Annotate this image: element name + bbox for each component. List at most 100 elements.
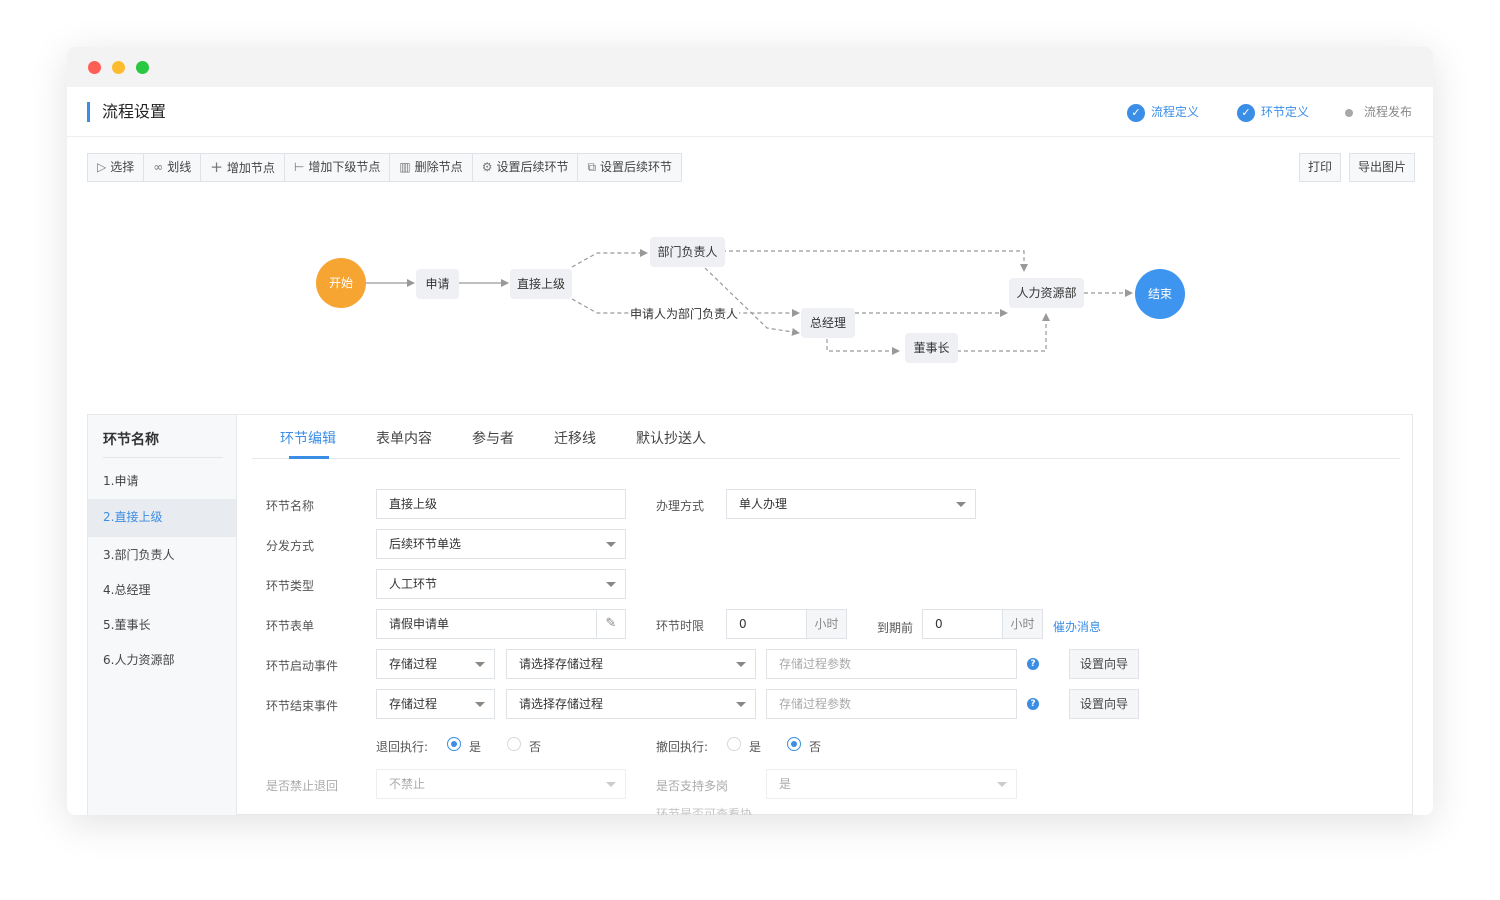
dispatch-select[interactable]: 后续环节单选 bbox=[376, 529, 626, 559]
minimize-window-button[interactable] bbox=[112, 61, 125, 74]
step-process-definition[interactable]: ✓ 流程定义 bbox=[1127, 103, 1199, 122]
time-limit-input[interactable]: 0 小时 bbox=[726, 609, 847, 639]
tab-default-cc[interactable]: 默认抄送人 bbox=[636, 428, 706, 448]
radio-label: 否 bbox=[529, 740, 542, 754]
edge-chairman-hr bbox=[957, 313, 1050, 352]
start-event-proc-select[interactable]: 请选择存储过程 bbox=[506, 649, 756, 679]
sidebar-item-apply[interactable]: 1.申请 bbox=[88, 463, 236, 501]
sidebar-item-dept-head[interactable]: 3.部门负责人 bbox=[88, 537, 236, 575]
add-node-button[interactable]: + 增加节点 bbox=[201, 154, 285, 181]
withdraw-exec-yes-radio[interactable] bbox=[727, 737, 741, 751]
page-header: 流程设置 ✓ 流程定义 ✓ 环节定义 流程发布 bbox=[67, 87, 1433, 137]
tool-label: 增加下级节点 bbox=[308, 160, 381, 174]
before-due-label: 到期前 bbox=[877, 621, 914, 635]
select-value: 是 bbox=[779, 777, 792, 791]
sidebar-item-supervisor[interactable]: 2.直接上级 bbox=[88, 499, 236, 537]
step-node-definition[interactable]: ✓ 环节定义 bbox=[1237, 103, 1309, 122]
gear-icon: ⚙ bbox=[481, 160, 493, 174]
tab-transitions[interactable]: 迁移线 bbox=[554, 428, 596, 448]
radio-label: 否 bbox=[809, 740, 822, 754]
tool-label: 选择 bbox=[110, 160, 135, 174]
caret-down-icon bbox=[606, 782, 616, 787]
flow-end-node[interactable]: 结束 bbox=[1135, 269, 1185, 319]
flow-node-general-manager[interactable]: 总经理 bbox=[801, 308, 855, 338]
draw-line-tool-button[interactable]: ∞ 划线 bbox=[144, 154, 202, 181]
start-event-type-select[interactable]: 存储过程 bbox=[376, 649, 495, 679]
close-window-button[interactable] bbox=[88, 61, 101, 74]
flow-node-hr[interactable]: 人力资源部 bbox=[1009, 278, 1084, 308]
help-icon[interactable]: ? bbox=[1027, 698, 1039, 710]
caret-down-icon bbox=[736, 662, 746, 667]
set-next-node-copy-button[interactable]: ⧉ 设置后续环节 bbox=[578, 154, 681, 181]
check-circle-icon: ✓ bbox=[1237, 103, 1255, 122]
start-event-param-input[interactable]: 存储过程参数 bbox=[766, 649, 1017, 679]
set-next-node-button[interactable]: ⚙ 设置后续环节 bbox=[473, 154, 579, 181]
diagram-toolbar: ▷ 选择 ∞ 划线 + 增加节点 ⊢ 增加下级节点 ▥ 删除节点 ⚙ 设置后续环节 ⧉ 设置后… bbox=[87, 153, 683, 182]
trash-icon: ▥ bbox=[399, 160, 411, 174]
forbid-return-select[interactable]: 不禁止 bbox=[376, 769, 626, 799]
pencil-icon[interactable]: ✎ bbox=[596, 610, 625, 638]
unit-label: 小时 bbox=[806, 610, 846, 638]
step-process-publish[interactable]: 流程发布 bbox=[1340, 103, 1412, 121]
edge-condition-label: 申请人为部门负责人 bbox=[629, 305, 740, 322]
add-child-node-button[interactable]: ⊢ 增加下级节点 bbox=[285, 154, 391, 181]
node-type-select[interactable]: 人工环节 bbox=[376, 569, 626, 599]
return-exec-yes-radio[interactable] bbox=[447, 737, 461, 751]
forbid-return-label: 是否禁止退回 bbox=[266, 779, 339, 793]
multi-post-select[interactable]: 是 bbox=[766, 769, 1017, 799]
flow-node-supervisor[interactable]: 直接上级 bbox=[510, 269, 572, 299]
tab-participants[interactable]: 参与者 bbox=[472, 428, 514, 448]
node-name-input[interactable]: 直接上级 bbox=[376, 489, 626, 519]
tool-label: 增加节点 bbox=[226, 161, 275, 175]
title-bar bbox=[67, 47, 1433, 87]
select-value: 存储过程 bbox=[389, 657, 438, 671]
tab-node-edit[interactable]: 环节编辑 bbox=[280, 428, 336, 448]
node-form-label: 环节表单 bbox=[266, 619, 315, 633]
edge-depthead-hr bbox=[722, 250, 1028, 272]
help-icon[interactable]: ? bbox=[1027, 658, 1039, 670]
end-event-type-select[interactable]: 存储过程 bbox=[376, 689, 495, 719]
node-form-input[interactable]: 请假申请单 ✎ bbox=[376, 609, 626, 639]
flow-node-chairman[interactable]: 董事长 bbox=[905, 333, 958, 363]
caret-down-icon bbox=[997, 782, 1007, 787]
input-value: 请假申请单 bbox=[389, 617, 450, 631]
end-event-wizard-button[interactable]: 设置向导 bbox=[1069, 689, 1140, 719]
flow-node-apply[interactable]: 申请 bbox=[416, 269, 459, 299]
flow-edges bbox=[366, 249, 1133, 355]
delete-node-button[interactable]: ▥ 删除节点 bbox=[390, 154, 473, 181]
tab-form-content[interactable]: 表单内容 bbox=[376, 428, 432, 448]
sidebar-item-general-manager[interactable]: 4.总经理 bbox=[88, 572, 236, 610]
tool-label: 设置后续环节 bbox=[600, 160, 673, 174]
return-exec-no-radio[interactable] bbox=[507, 737, 521, 751]
select-value: 存储过程 bbox=[389, 697, 438, 711]
withdraw-exec-no-radio[interactable] bbox=[787, 737, 801, 751]
radio-label: 是 bbox=[469, 740, 482, 754]
tool-label: 设置后续环节 bbox=[496, 160, 569, 174]
flow-node-dept-head[interactable]: 部门负责人 bbox=[650, 237, 725, 267]
caret-down-icon bbox=[475, 702, 485, 707]
node-type-label: 环节类型 bbox=[266, 579, 315, 593]
dispatch-label: 分发方式 bbox=[266, 539, 315, 553]
select-tool-button[interactable]: ▷ 选择 bbox=[88, 154, 145, 181]
export-image-button[interactable]: 导出图片 bbox=[1349, 153, 1416, 182]
withdraw-exec-label: 撤回执行: bbox=[656, 740, 709, 754]
end-event-param-input[interactable]: 存储过程参数 bbox=[766, 689, 1017, 719]
tool-label: 删除节点 bbox=[414, 160, 463, 174]
maximize-window-button[interactable] bbox=[136, 61, 149, 74]
print-button[interactable]: 打印 bbox=[1299, 153, 1342, 182]
multi-post-label: 是否支持多岗 bbox=[656, 779, 729, 793]
tool-label: 划线 bbox=[167, 160, 192, 174]
end-event-proc-select[interactable]: 请选择存储过程 bbox=[506, 689, 756, 719]
flow-start-node[interactable]: 开始 bbox=[316, 258, 366, 308]
flow-diagram: 开始 申请 直接上级 部门负责人 总经理 人力资源部 董事长 结束 申请人为部门… bbox=[67, 192, 1433, 412]
sidebar-item-hr[interactable]: 6.人力资源部 bbox=[88, 642, 236, 680]
check-circle-icon: ✓ bbox=[1127, 103, 1145, 122]
before-due-input[interactable]: 0 小时 bbox=[922, 609, 1043, 639]
reminder-message-link[interactable]: 催办消息 bbox=[1053, 618, 1101, 635]
node-list-sidebar: 环节名称 1.申请 2.直接上级 3.部门负责人 4.总经理 5.董事长 6.人… bbox=[88, 415, 237, 815]
select-value: 单人办理 bbox=[739, 497, 788, 511]
caret-down-icon bbox=[475, 662, 485, 667]
start-event-wizard-button[interactable]: 设置向导 bbox=[1069, 649, 1140, 679]
handle-mode-select[interactable]: 单人办理 bbox=[726, 489, 976, 519]
sidebar-item-chairman[interactable]: 5.董事长 bbox=[88, 607, 236, 645]
